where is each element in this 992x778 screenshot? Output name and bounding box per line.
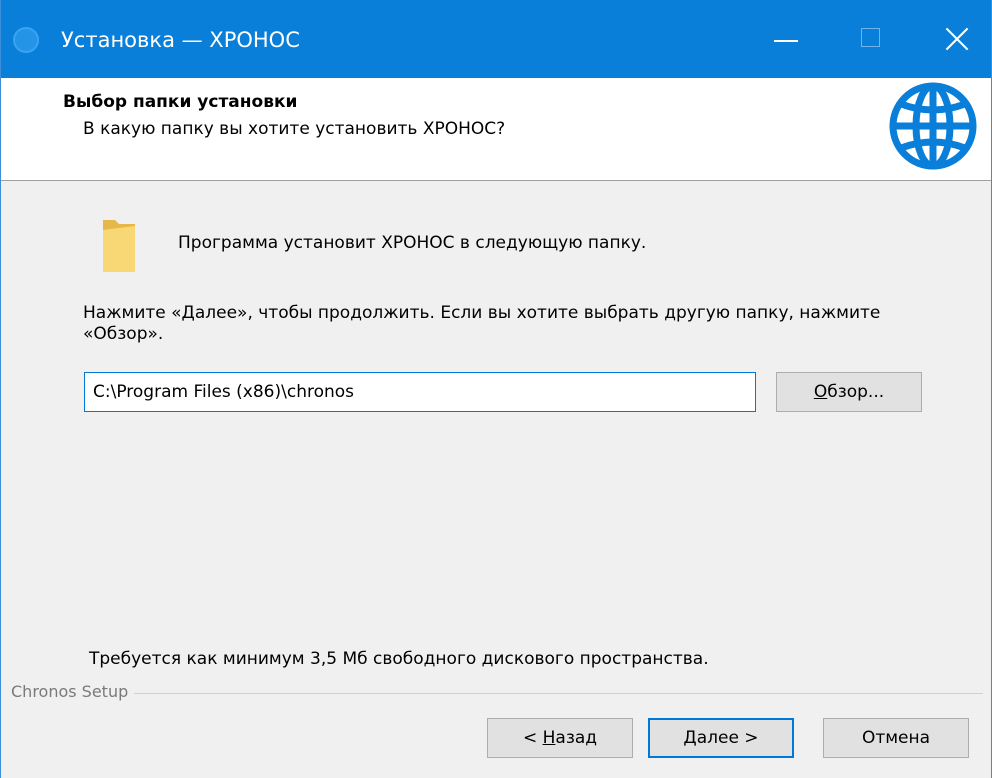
browse-label: бзор... [827,382,885,402]
back-accelerator: Н [542,728,556,748]
back-prefix: < [522,728,543,748]
browse-accelerator: О [813,382,828,402]
minimize-button[interactable] [751,0,821,78]
setup-window: Установка — ХРОНОС Выбор папки установки… [0,0,992,778]
header-panel: Выбор папки установки В какую папку вы х… [1,78,991,181]
install-path-input[interactable] [84,372,756,412]
close-button[interactable] [921,0,991,78]
disk-space-text: Требуется как минимум 3,5 Мб свободного … [89,649,709,669]
folder-icon [103,220,135,272]
back-label: азад [555,728,598,748]
group-divider [11,693,983,694]
browse-button[interactable]: Обзор... [776,372,922,412]
instruction-text: Нажмите «Далее», чтобы продолжить. Если … [83,303,881,344]
page-title: Выбор папки установки [63,92,298,112]
next-accelerator: Д [683,728,697,748]
window-title: Установка — ХРОНОС [61,28,300,52]
group-label: Chronos Setup [11,682,135,701]
title-bar[interactable]: Установка — ХРОНОС [1,0,991,78]
cancel-button[interactable]: Отмена [823,718,969,758]
back-button[interactable]: < Назад [487,718,633,758]
app-icon [13,27,39,53]
next-label: алее > [696,728,759,748]
maximize-button [839,0,909,78]
next-button[interactable]: Далее > [648,718,794,758]
content-area: Программа установит ХРОНОС в следующую п… [1,181,991,778]
page-subtitle: В какую папку вы хотите установить ХРОНО… [83,119,506,139]
globe-icon [889,82,977,170]
destination-text: Программа установит ХРОНОС в следующую п… [178,233,647,253]
